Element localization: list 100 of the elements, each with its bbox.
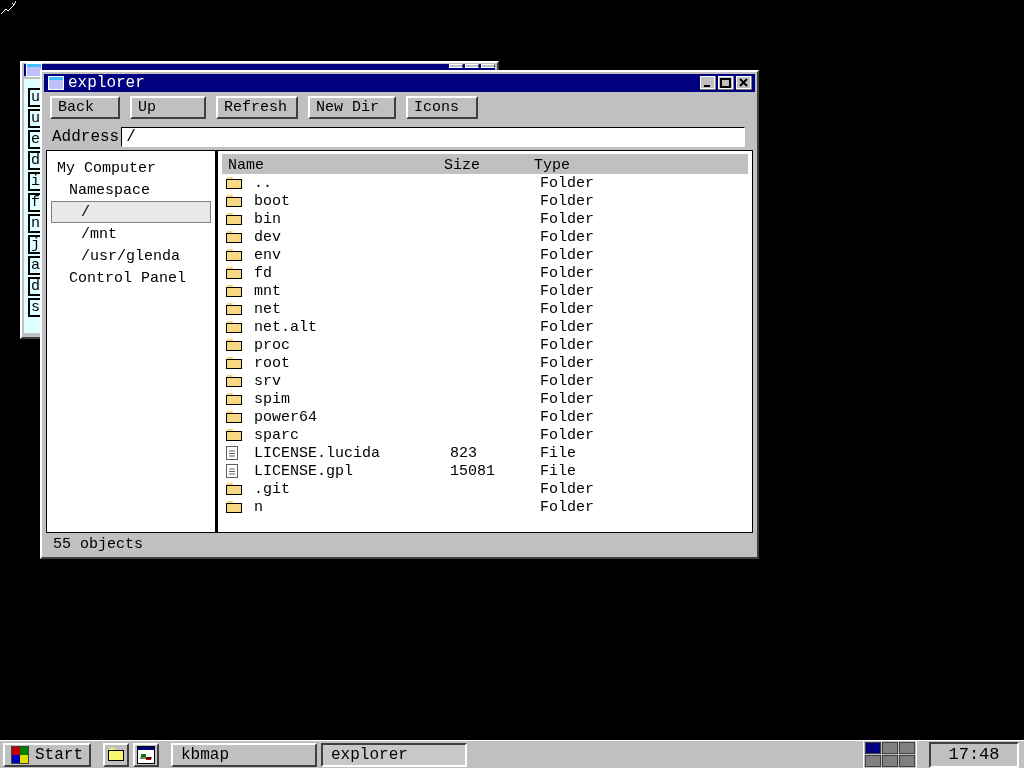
folder-icon <box>226 411 242 423</box>
file-type: Folder <box>540 192 595 210</box>
tree-item[interactable]: /usr/glenda <box>51 245 211 267</box>
file-type: Folder <box>540 480 595 498</box>
file-name[interactable]: mnt <box>254 282 450 300</box>
toolbar-button[interactable]: New Dir <box>308 96 396 119</box>
file-name[interactable]: n <box>254 498 450 516</box>
file-type: Folder <box>540 228 595 246</box>
window-icon <box>48 76 64 90</box>
window-control-button[interactable] <box>465 64 479 68</box>
desktop-cell[interactable] <box>865 742 881 754</box>
start-logo-icon <box>11 745 29 764</box>
column-header[interactable]: Size <box>444 157 534 174</box>
taskbar-task[interactable]: kbmap <box>171 742 317 767</box>
file-name[interactable]: proc <box>254 336 450 354</box>
folder-icon <box>226 501 242 513</box>
clock: 17:48 <box>929 741 1019 768</box>
folder-icon <box>226 231 242 243</box>
folder-icon <box>226 195 242 207</box>
toolbar-button[interactable]: Refresh <box>216 96 298 119</box>
toolbar-button[interactable]: Back <box>50 96 120 119</box>
folder-icon <box>226 249 242 261</box>
folder-icon <box>226 429 242 441</box>
folder-icon <box>226 357 242 369</box>
file-type: Folder <box>540 210 595 228</box>
tree-item[interactable]: Control Panel <box>51 267 211 289</box>
column-header[interactable]: Type <box>534 157 634 174</box>
file-type: File <box>540 462 577 480</box>
control-panel-launcher-button[interactable] <box>133 742 159 767</box>
cursor-icon <box>0 0 16 16</box>
file-name[interactable]: srv <box>254 372 450 390</box>
desktop-cell[interactable] <box>899 742 915 754</box>
toolbar-button[interactable]: Icons <box>406 96 478 119</box>
file-size: 823 <box>450 444 478 462</box>
file-name[interactable]: net <box>254 300 450 318</box>
file-name[interactable]: fd <box>254 264 450 282</box>
file-name[interactable]: LICENSE.lucida <box>254 444 450 462</box>
file-name[interactable]: sparc <box>254 426 450 444</box>
file-type: Folder <box>540 408 595 426</box>
file-name[interactable]: .. <box>254 174 450 192</box>
file-name[interactable]: env <box>254 246 450 264</box>
maximize-button[interactable] <box>718 76 734 90</box>
folder-icon <box>226 303 242 315</box>
file-type: Folder <box>540 318 595 336</box>
folder-icon <box>226 339 242 351</box>
start-button[interactable]: Start <box>3 742 91 767</box>
file-name[interactable]: bin <box>254 210 450 228</box>
file-type: Folder <box>540 246 595 264</box>
status-text: 55 objects <box>53 536 143 553</box>
file-type: Folder <box>540 372 595 390</box>
file-name[interactable]: boot <box>254 192 450 210</box>
column-header[interactable]: Name <box>222 157 444 174</box>
file-type: File <box>540 444 577 462</box>
file-type: Folder <box>540 426 595 444</box>
file-name[interactable]: dev <box>254 228 450 246</box>
tree-item[interactable]: / <box>51 201 211 223</box>
folder-icon <box>226 285 242 297</box>
tree-item[interactable]: Namespace <box>51 179 211 201</box>
file-type: Folder <box>540 336 595 354</box>
file-name[interactable]: LICENSE.gpl <box>254 462 450 480</box>
desktop-cell[interactable] <box>882 742 898 754</box>
address-label: Address <box>52 128 120 146</box>
file-type: Folder <box>540 498 595 516</box>
folder-icon <box>226 321 242 333</box>
file-type: Folder <box>540 300 595 318</box>
window-control-button[interactable] <box>449 64 463 68</box>
document-icon <box>226 446 238 460</box>
file-size: 15081 <box>450 462 496 480</box>
desktop-cell[interactable] <box>865 755 881 767</box>
file-name[interactable]: spim <box>254 390 450 408</box>
folder-icon <box>226 267 242 279</box>
folder-icon <box>108 748 124 761</box>
file-type: Folder <box>540 282 595 300</box>
file-name[interactable]: root <box>254 354 450 372</box>
taskbar-task[interactable]: explorer <box>321 742 467 767</box>
folder-icon <box>226 483 242 495</box>
toolbar-button[interactable]: Up <box>130 96 206 119</box>
address-field[interactable]: / <box>121 127 745 147</box>
close-button[interactable] <box>736 76 752 90</box>
folder-icon <box>226 375 242 387</box>
document-icon <box>226 464 238 478</box>
file-type: Folder <box>540 174 595 192</box>
file-name[interactable]: power64 <box>254 408 450 426</box>
window-control-button[interactable] <box>481 64 495 68</box>
folder-icon <box>226 393 242 405</box>
minimize-button[interactable] <box>700 76 716 90</box>
tree-item[interactable]: /mnt <box>51 223 211 245</box>
file-name[interactable]: .git <box>254 480 450 498</box>
file-type: Folder <box>540 390 595 408</box>
window-title: explorer <box>68 74 145 92</box>
file-type: Folder <box>540 354 595 372</box>
desktop-cell[interactable] <box>899 755 915 767</box>
folder-icon <box>226 177 242 189</box>
control-panel-icon <box>137 745 155 764</box>
folder-launcher-button[interactable] <box>103 742 129 767</box>
file-type: Folder <box>540 264 595 282</box>
folder-icon <box>226 213 242 225</box>
file-name[interactable]: net.alt <box>254 318 450 336</box>
desktop-cell[interactable] <box>882 755 898 767</box>
tree-item[interactable]: My Computer <box>51 157 211 179</box>
